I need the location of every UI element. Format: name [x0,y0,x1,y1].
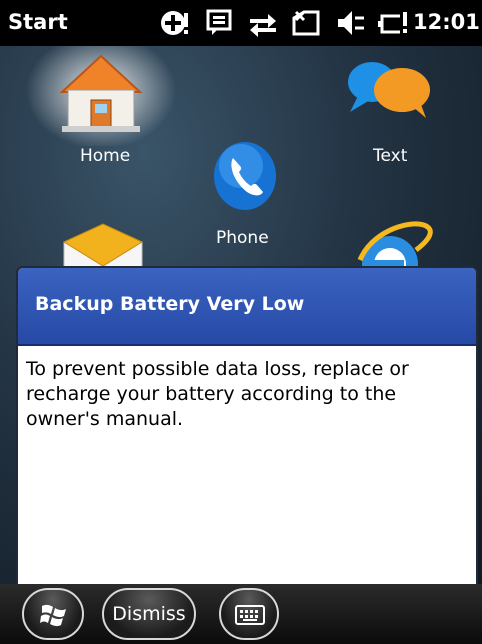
start-button[interactable] [22,588,84,640]
status-clock[interactable]: 12:01 [413,10,480,34]
tile-phone-label: Phone [216,228,269,248]
status-bar: Start 12:01 [0,0,482,46]
sync-arrows-icon[interactable] [248,8,278,38]
tile-phone[interactable]: Phone [205,136,295,256]
house-icon [26,46,176,149]
message-icon[interactable] [206,8,234,38]
status-title[interactable]: Start [8,10,68,34]
windows-logo-icon [40,604,66,627]
battery-low-icon[interactable] [378,8,410,38]
keyboard-button[interactable] [219,588,279,640]
speaker-muted-icon[interactable] [336,8,366,38]
notification-plus-icon[interactable] [160,8,190,38]
phone-icon [214,142,276,210]
dialog-message: To prevent possible data loss, replace o… [26,358,409,430]
dismiss-label: Dismiss [112,603,186,625]
dismiss-button[interactable]: Dismiss [102,588,196,640]
tile-text-label: Text [373,146,408,166]
dialog-title: Backup Battery Very Low [35,293,305,315]
tile-home[interactable]: Home [26,46,176,166]
taskbar: Dismiss [0,584,482,644]
chat-bubbles-icon [348,62,430,118]
tile-text[interactable]: Text [340,56,450,166]
tile-home-label: Home [80,146,131,166]
signal-icon[interactable] [290,8,322,38]
keyboard-icon [235,605,265,625]
backup-battery-dialog: Backup Battery Very Low To prevent possi… [16,266,478,586]
